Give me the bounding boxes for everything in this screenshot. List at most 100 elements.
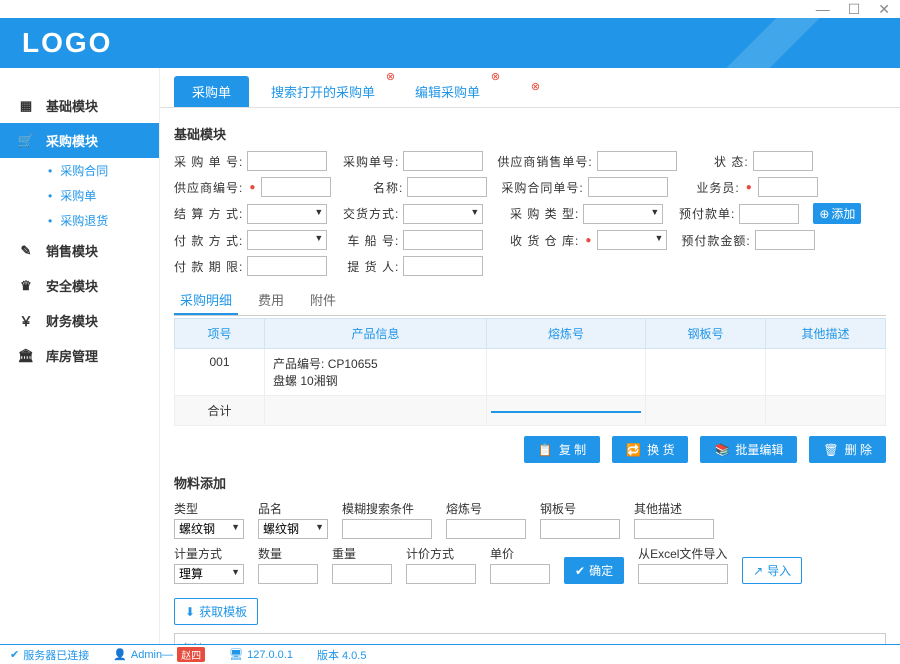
yen-icon: ￥ [18,313,34,329]
order-no-input[interactable] [403,151,483,171]
purchase-type-select[interactable] [583,204,663,224]
required-icon: ● [585,235,591,246]
swap-icon: 🔁 [626,443,641,457]
label: 从Excel文件导入 [638,545,728,562]
window-close[interactable]: ✕ [878,1,890,18]
fuzzy-search-input[interactable] [342,519,432,539]
label: 预付款单: [677,205,735,222]
remark-box[interactable]: 备注 [174,633,886,644]
sidebar-sub-return[interactable]: 采购退货 [0,208,159,233]
sidebar-label: 基础模块 [46,96,98,115]
sidebar-item-sales[interactable]: ✎ 销售模块 [0,233,159,268]
add-button[interactable]: ⊕添加 [813,203,861,224]
qty-input[interactable] [258,564,318,584]
tab-edit-order[interactable]: 编辑采购单⊗ [397,76,498,107]
salesman-input[interactable] [758,177,818,197]
material-type-select[interactable]: 螺纹钢 [174,519,244,539]
purchase-no-input[interactable] [247,151,327,171]
tab-purchase-order[interactable]: 采购单 [174,76,249,107]
window-minimize[interactable]: — [816,1,830,17]
tab-search-open[interactable]: 搜索打开的采购单⊗ [253,76,393,107]
shield-icon: ♛ [18,278,34,294]
sidebar-label: 财务模块 [46,311,98,330]
delivery-method-select[interactable] [403,204,483,224]
material-name-select[interactable]: 螺纹钢 [258,519,328,539]
prepay-amount-input[interactable] [755,230,815,250]
label: 供应商编号: [174,179,243,196]
other-desc-input[interactable] [634,519,714,539]
sidebar-label: 销售模块 [46,241,98,260]
confirm-button[interactable]: ✔确定 [564,557,624,584]
label: 付 款 期 限: [174,258,243,275]
col-product: 产品信息 [265,319,487,349]
prepay-order-input[interactable] [739,204,799,224]
price-method-input[interactable] [406,564,476,584]
table-footer: 合计 [175,396,886,426]
excel-path-input[interactable] [638,564,728,584]
settle-method-select[interactable] [247,204,327,224]
sidebar-sub-contract[interactable]: 采购合同 [0,158,159,183]
check-icon: ✔ [575,564,585,578]
table-row[interactable]: 001 产品编号: CP10655 盘螺 10湘钢 [175,349,886,396]
copy-icon: 📋 [538,443,553,457]
contract-no-input[interactable] [588,177,668,197]
label: 交货方式: [341,205,399,222]
col-melt: 熔炼号 [487,319,646,349]
close-icon[interactable]: ⊗ [386,70,395,83]
subtab-fees[interactable]: 费用 [252,286,290,315]
trash-icon: 🗑 [823,443,838,457]
logo: LOGO [22,27,112,59]
batch-edit-button[interactable]: 📚批量编辑 [700,436,797,463]
delete-button[interactable]: 🗑删 除 [809,436,886,463]
col-plate: 钢板号 [646,319,766,349]
label: 预付款金额: [681,232,750,249]
unit-price-input[interactable] [490,564,550,584]
label: 结 算 方 式: [174,205,243,222]
window-maximize[interactable]: ☐ [848,1,861,18]
status-input[interactable] [753,151,813,171]
name-input[interactable] [407,177,487,197]
check-circle-icon: ✔ [10,648,19,661]
app-header: LOGO [0,18,900,68]
close-icon[interactable]: ⊗ [531,80,540,93]
label: 业务员: [682,179,740,196]
stack-icon: 📚 [714,443,729,457]
subtab-bar: 采购明细 费用 附件 [174,286,886,316]
supplier-sales-no-input[interactable] [597,151,677,171]
sidebar-item-warehouse[interactable]: 🏛 库房管理 [0,338,159,373]
pay-method-select[interactable] [247,230,327,250]
measure-method-select[interactable]: 理算 [174,564,244,584]
warehouse-select[interactable] [597,230,667,250]
label: 采购合同单号: [501,179,583,196]
plate-no-input[interactable] [540,519,620,539]
sidebar-item-security[interactable]: ♛ 安全模块 [0,268,159,303]
weight-input[interactable] [332,564,392,584]
copy-button[interactable]: 📋复 制 [524,436,600,463]
supplier-code-input[interactable] [261,177,331,197]
label: 钢板号 [540,500,620,517]
label: 提 货 人: [341,258,399,275]
sidebar-sub-order[interactable]: 采购单 [0,183,159,208]
label: 模糊搜索条件 [342,500,432,517]
sidebar-item-purchase[interactable]: 🛒 采购模块 [0,123,159,158]
version-status: 版本 4.0.5 [317,647,367,663]
sidebar-label: 库房管理 [46,346,98,365]
section-title-base: 基础模块 [174,124,886,143]
sidebar-label: 采购模块 [46,131,98,150]
sidebar-item-base[interactable]: ▦ 基础模块 [0,88,159,123]
import-icon: ↗ [753,564,763,578]
subtab-detail[interactable]: 采购明细 [174,286,238,315]
picker-input[interactable] [403,256,483,276]
import-button[interactable]: ↗导入 [742,557,802,584]
pay-deadline-input[interactable] [247,256,327,276]
label: 计量方式 [174,545,244,562]
swap-button[interactable]: 🔁换 货 [612,436,688,463]
subtab-attach[interactable]: 附件 [304,286,342,315]
sidebar-item-finance[interactable]: ￥ 财务模块 [0,303,159,338]
label: 其他描述 [634,500,714,517]
get-template-button[interactable]: ⬇获取模板 [174,598,258,625]
col-item-no: 项号 [175,319,265,349]
vehicle-no-input[interactable] [403,230,483,250]
close-icon[interactable]: ⊗ [491,70,500,83]
melt-no-input[interactable] [446,519,526,539]
